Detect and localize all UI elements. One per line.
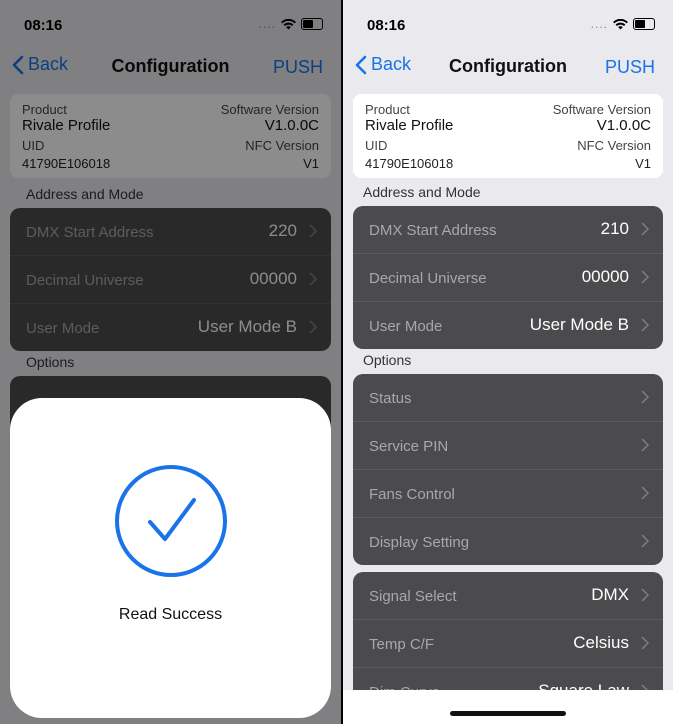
right-phone-screen: 08:16 .... Back Configuration PUSH Produ… xyxy=(343,0,673,724)
section-header-options: Options xyxy=(363,352,412,368)
cell-label: DMX Start Address xyxy=(369,222,497,239)
product-label-row: Product Software Version xyxy=(365,102,651,117)
status-icons: .... xyxy=(591,17,655,31)
product-value: Rivale Profile xyxy=(365,117,454,134)
cell-value: Celsius xyxy=(573,633,629,652)
cell-value: DMX xyxy=(591,585,629,604)
chevron-right-icon xyxy=(641,588,649,602)
left-phone-screen: 08:16 .... Back Configuration PUSH Produ… xyxy=(0,0,341,724)
cell-label: User Mode xyxy=(369,318,443,335)
uid-value-row: 41790E106018 V1 xyxy=(365,156,651,171)
cell-dmx-start-address[interactable]: DMX Start Address 210 xyxy=(353,206,663,254)
software-version-label: Software Version xyxy=(552,102,651,117)
chevron-right-icon xyxy=(641,438,649,452)
cell-label: Service PIN xyxy=(369,438,449,455)
chevron-right-icon xyxy=(641,222,649,236)
cell-label: Temp C/F xyxy=(369,636,435,653)
chevron-right-icon xyxy=(641,534,649,548)
product-value-row: Rivale Profile V1.0.0C xyxy=(365,117,651,134)
battery-icon xyxy=(633,18,655,30)
push-button[interactable]: PUSH xyxy=(605,57,655,78)
check-circle-icon xyxy=(114,465,227,577)
nfc-version-value: V1 xyxy=(635,156,651,171)
cell-signal-select[interactable]: Signal Select DMX xyxy=(353,572,663,620)
read-success-dialog: Read Success xyxy=(10,398,331,718)
cell-label: Decimal Universe xyxy=(369,270,487,287)
cell-value: User Mode B xyxy=(529,315,629,334)
chevron-right-icon xyxy=(641,318,649,332)
cell-label: Display Setting xyxy=(369,534,470,551)
uid-value: 41790E106018 xyxy=(365,156,454,171)
cell-user-mode[interactable]: User Mode User Mode B xyxy=(353,302,663,349)
chevron-right-icon xyxy=(641,270,649,284)
cell-temp-cf[interactable]: Temp C/F Celsius xyxy=(353,620,663,668)
cell-label: Fans Control xyxy=(369,486,455,503)
uid-label: UID xyxy=(365,138,388,153)
cell-decimal-universe[interactable]: Decimal Universe 00000 xyxy=(353,254,663,302)
wifi-icon xyxy=(613,18,628,29)
address-mode-group: DMX Start Address 210 Decimal Universe 0… xyxy=(353,206,663,349)
signal-icon: .... xyxy=(590,17,608,31)
cell-value: 210 xyxy=(600,219,629,238)
nav-bar: Back Configuration PUSH xyxy=(343,48,673,86)
cell-label: Status xyxy=(369,390,412,407)
cell-status[interactable]: Status xyxy=(353,374,663,422)
product-info-card: Product Software Version Rivale Profile … xyxy=(353,94,663,178)
cell-value: 00000 xyxy=(581,267,629,286)
cell-fans-control[interactable]: Fans Control xyxy=(353,470,663,518)
nfc-version-label: NFC Version xyxy=(577,138,651,153)
chevron-right-icon xyxy=(641,486,649,500)
cell-label: Signal Select xyxy=(369,588,457,605)
software-version-value: V1.0.0C xyxy=(596,117,651,134)
uid-label-row: UID NFC Version xyxy=(365,138,651,153)
dialog-message: Read Success xyxy=(118,606,223,623)
chevron-right-icon xyxy=(641,390,649,404)
options-group: Status Service PIN Fans Control Display … xyxy=(353,374,663,565)
chevron-right-icon xyxy=(641,636,649,650)
home-indicator-area xyxy=(343,690,673,724)
cell-service-pin[interactable]: Service PIN xyxy=(353,422,663,470)
section-header-address: Address and Mode xyxy=(363,184,481,200)
status-time: 08:16 xyxy=(367,17,406,34)
home-indicator[interactable] xyxy=(450,711,566,716)
cell-display-setting[interactable]: Display Setting xyxy=(353,518,663,565)
product-label: Product xyxy=(365,102,410,117)
status-bar: 08:16 .... xyxy=(343,0,673,44)
